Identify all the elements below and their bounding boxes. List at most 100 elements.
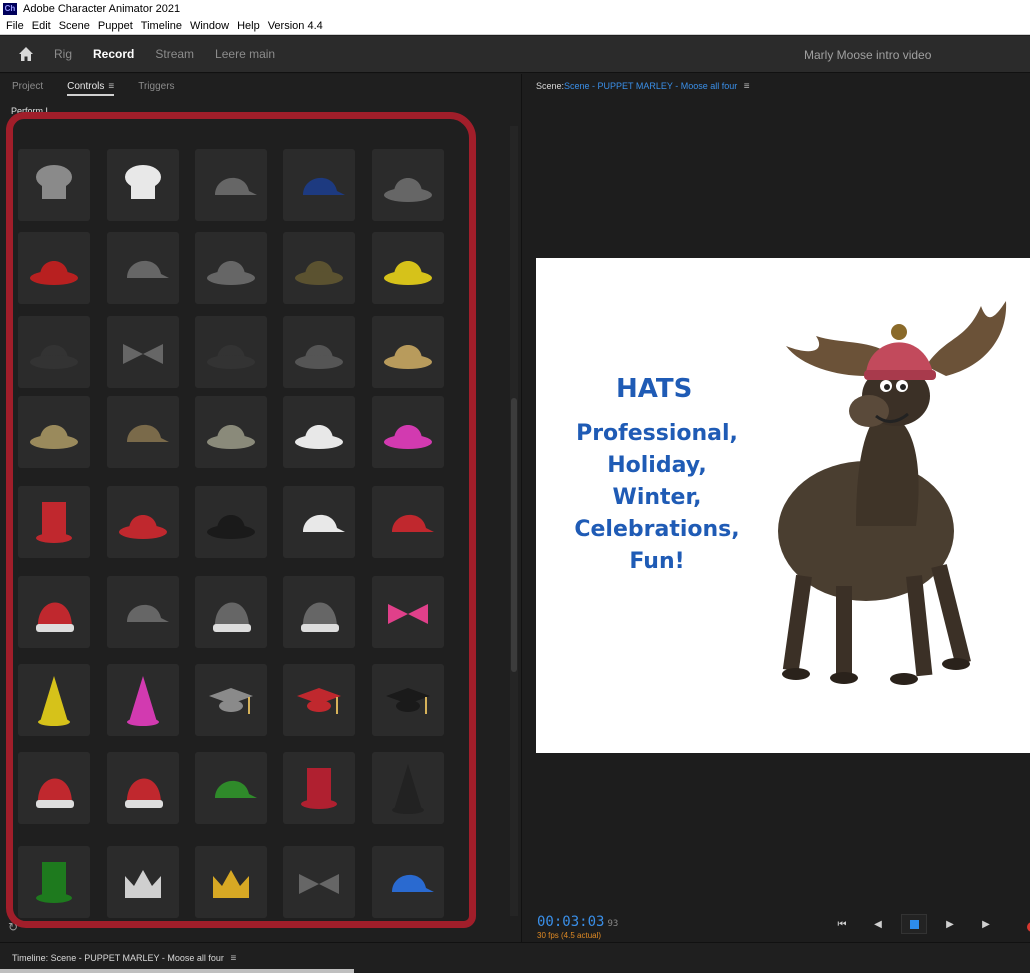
- hat-tile-fez-red[interactable]: [18, 486, 90, 558]
- hat-tile-safari-hat[interactable]: [195, 232, 267, 304]
- hat-tile-tiara[interactable]: [107, 846, 179, 918]
- hat-tile-beret-red[interactable]: [107, 486, 179, 558]
- hat-tile-helmet-dark[interactable]: [195, 316, 267, 388]
- hat-tile-graduation-cap-black[interactable]: [372, 664, 444, 736]
- hat-tile-tweed-cap[interactable]: [107, 396, 179, 468]
- scrollbar[interactable]: [510, 126, 518, 916]
- timeline-menu-icon[interactable]: ≡: [230, 953, 236, 964]
- play-icon[interactable]: ▶: [937, 914, 963, 934]
- cowboy-hat-icon: [30, 425, 78, 449]
- hat-tile-bucket-hat-pink[interactable]: [372, 396, 444, 468]
- hat-tile-bucket-hat-olive[interactable]: [283, 232, 355, 304]
- hat-tile-knit-hat-red[interactable]: [18, 576, 90, 648]
- hat-tile-rainbow-beanie[interactable]: [372, 576, 444, 648]
- beret-red-icon: [119, 515, 167, 539]
- hat-tile-crown[interactable]: [195, 846, 267, 918]
- menu-help[interactable]: Help: [237, 20, 260, 32]
- stage-text-block: Professional, Holiday, Winter, Celebrati…: [566, 418, 748, 578]
- menu-window[interactable]: Window: [190, 20, 229, 32]
- hat-tile-sombrero[interactable]: [372, 316, 444, 388]
- tab-leere-main[interactable]: Leere main: [215, 47, 275, 61]
- tiara-icon: [125, 870, 161, 898]
- tab-project[interactable]: Project: [12, 81, 43, 92]
- menu-scene[interactable]: Scene: [59, 20, 90, 32]
- menu-puppet[interactable]: Puppet: [98, 20, 133, 32]
- hat-tile-uncle-sam-hat[interactable]: [283, 752, 355, 824]
- hat-tile-propeller-cap[interactable]: [372, 846, 444, 918]
- go-to-start-icon[interactable]: ⏮: [829, 914, 855, 934]
- hat-tile-rain-hat-yellow[interactable]: [372, 232, 444, 304]
- stop-button[interactable]: [901, 914, 927, 934]
- home-icon[interactable]: [18, 46, 34, 62]
- menu-file[interactable]: File: [6, 20, 24, 32]
- hat-tile-bobby-helmet[interactable]: [372, 149, 444, 221]
- tab-stream[interactable]: Stream: [155, 47, 194, 61]
- hat-tile-chef-hat-gray[interactable]: [18, 149, 90, 221]
- app-icon: Ch: [3, 2, 17, 15]
- panel-menu-icon[interactable]: ≡: [108, 81, 114, 92]
- scene-menu-icon[interactable]: ≡: [744, 81, 750, 92]
- hat-tile-pilot-cap[interactable]: [107, 232, 179, 304]
- scene-name[interactable]: Scene - PUPPET MARLEY - Moose all four: [564, 81, 737, 91]
- hat-tile-baseball-cap-red[interactable]: [372, 486, 444, 558]
- menu-timeline[interactable]: Timeline: [141, 20, 182, 32]
- hat-tile-graduation-cap-red[interactable]: [283, 664, 355, 736]
- hat-tile-fireman-helmet[interactable]: [18, 232, 90, 304]
- hat-tile-beret-black[interactable]: [195, 486, 267, 558]
- perform-subtab[interactable]: Perform L...: [11, 106, 58, 116]
- menu-edit[interactable]: Edit: [32, 20, 51, 32]
- refresh-icon[interactable]: ↻: [8, 920, 18, 934]
- controls-panel: Project Controls ≡ Triggers Perform L... …: [0, 74, 522, 942]
- tab-controls[interactable]: Controls ≡: [67, 81, 115, 96]
- bucket-hat-pink-icon: [384, 425, 432, 449]
- stage-line: Celebrations,: [574, 517, 740, 542]
- hat-tile-graduation-cap-gray[interactable]: [195, 664, 267, 736]
- hat-tile-santa-hat[interactable]: [107, 752, 179, 824]
- step-forward-icon[interactable]: ▶: [973, 914, 999, 934]
- stage-line: Winter,: [612, 485, 702, 510]
- hat-tile-witch-hat[interactable]: [372, 752, 444, 824]
- tab-triggers[interactable]: Triggers: [138, 81, 174, 92]
- reindeer-santa-hat-icon: [36, 778, 74, 808]
- timeline-strip[interactable]: [0, 969, 354, 973]
- stage-line: Fun!: [629, 549, 685, 574]
- tab-record[interactable]: Record: [93, 47, 134, 61]
- hat-tile-viking-helmet[interactable]: [283, 316, 355, 388]
- hat-tile-party-hat-pink[interactable]: [107, 664, 179, 736]
- menu-version[interactable]: Version 4.4: [268, 20, 323, 32]
- scene-stage[interactable]: HATS Professional, Holiday, Winter, Cele…: [536, 258, 1030, 753]
- leprechaun-hat-icon: [36, 862, 72, 903]
- santa-hat-icon: [125, 778, 163, 808]
- hat-tile-party-hat-yellow[interactable]: [18, 664, 90, 736]
- hat-tile-beanie-striped[interactable]: [283, 576, 355, 648]
- green-cap-icon: [215, 780, 257, 798]
- hat-tile-baseball-cap-white[interactable]: [283, 486, 355, 558]
- hat-tile-reindeer-santa-hat[interactable]: [18, 752, 90, 824]
- hat-tile-captain-hat[interactable]: [195, 149, 267, 221]
- timeline-panel: Timeline: Scene - PUPPET MARLEY - Moose …: [0, 942, 1030, 973]
- timecode-value: 00:03:03: [537, 914, 605, 930]
- step-back-icon[interactable]: ◀: [865, 914, 891, 934]
- tab-rig[interactable]: Rig: [54, 47, 72, 61]
- beret-black-icon: [207, 515, 255, 539]
- hat-tile-green-cap[interactable]: [195, 752, 267, 824]
- hat-tile-chef-hat-white[interactable]: [107, 149, 179, 221]
- stop-icon: [909, 919, 919, 929]
- hat-tile-earflap-hat[interactable]: [195, 576, 267, 648]
- hat-tile-bush-hat-dark[interactable]: [18, 316, 90, 388]
- transport-controls: ⏮ ◀ ▶ ▶: [829, 914, 1009, 934]
- hat-tile-police-cap-blue[interactable]: [283, 149, 355, 221]
- helmet-dark-icon: [207, 345, 255, 369]
- moose-puppet[interactable]: [756, 296, 1026, 706]
- hat-tile-cowboy-hat[interactable]: [18, 396, 90, 468]
- hat-tile-leprechaun-hat[interactable]: [18, 846, 90, 918]
- hat-tile-denim-cap[interactable]: [107, 576, 179, 648]
- hat-tile-bow-headband[interactable]: [283, 846, 355, 918]
- window-title: Adobe Character Animator 2021: [23, 2, 181, 15]
- frame-count: 93: [607, 919, 619, 929]
- hat-tile-bowler-hat[interactable]: [107, 316, 179, 388]
- hat-tile-fedora-white[interactable]: [283, 396, 355, 468]
- scrollbar-thumb[interactable]: [511, 398, 517, 672]
- hat-tile-fedora-flat[interactable]: [195, 396, 267, 468]
- tweed-cap-icon: [127, 424, 169, 442]
